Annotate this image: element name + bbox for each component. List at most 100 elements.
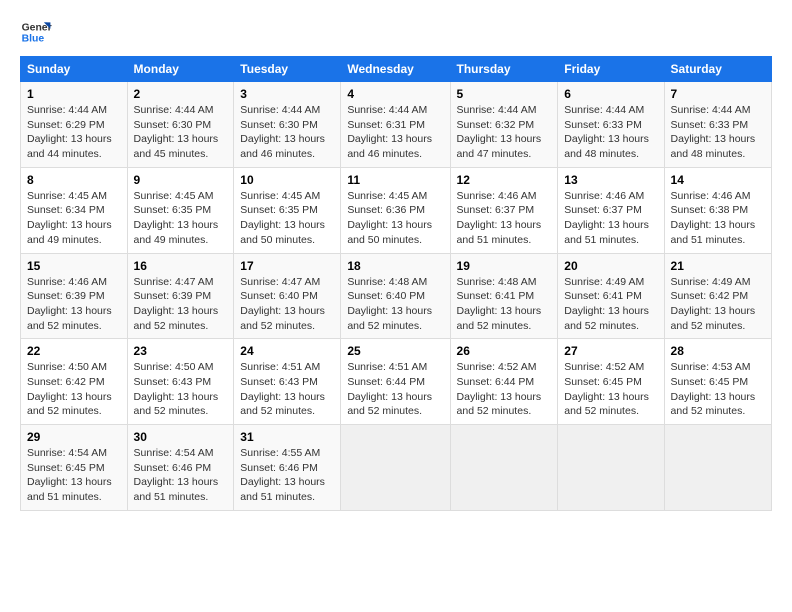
day-info: Sunrise: 4:44 AMSunset: 6:33 PMDaylight:… — [671, 103, 765, 162]
calendar-week-row: 22 Sunrise: 4:50 AMSunset: 6:42 PMDayligh… — [21, 339, 772, 425]
calendar-cell — [664, 425, 771, 511]
calendar-cell: 29 Sunrise: 4:54 AMSunset: 6:45 PMDayligh… — [21, 425, 128, 511]
day-info: Sunrise: 4:51 AMSunset: 6:43 PMDaylight:… — [240, 360, 334, 419]
day-number: 16 — [134, 259, 228, 273]
weekday-header: Saturday — [664, 57, 771, 82]
calendar-cell: 13 Sunrise: 4:46 AMSunset: 6:37 PMDayligh… — [558, 167, 664, 253]
day-number: 15 — [27, 259, 121, 273]
day-number: 28 — [671, 344, 765, 358]
weekday-header: Wednesday — [341, 57, 450, 82]
day-info: Sunrise: 4:52 AMSunset: 6:44 PMDaylight:… — [457, 360, 552, 419]
weekday-header: Sunday — [21, 57, 128, 82]
calendar-cell: 10 Sunrise: 4:45 AMSunset: 6:35 PMDayligh… — [234, 167, 341, 253]
calendar-cell: 31 Sunrise: 4:55 AMSunset: 6:46 PMDayligh… — [234, 425, 341, 511]
day-info: Sunrise: 4:55 AMSunset: 6:46 PMDaylight:… — [240, 446, 334, 505]
day-info: Sunrise: 4:49 AMSunset: 6:41 PMDaylight:… — [564, 275, 657, 334]
calendar-cell — [558, 425, 664, 511]
day-number: 14 — [671, 173, 765, 187]
day-info: Sunrise: 4:47 AMSunset: 6:40 PMDaylight:… — [240, 275, 334, 334]
weekday-header: Friday — [558, 57, 664, 82]
logo: General Blue — [20, 16, 52, 48]
calendar-cell: 25 Sunrise: 4:51 AMSunset: 6:44 PMDayligh… — [341, 339, 450, 425]
day-number: 23 — [134, 344, 228, 358]
day-number: 24 — [240, 344, 334, 358]
calendar-cell: 3 Sunrise: 4:44 AMSunset: 6:30 PMDaylight… — [234, 82, 341, 168]
calendar-cell: 21 Sunrise: 4:49 AMSunset: 6:42 PMDayligh… — [664, 253, 771, 339]
day-number: 27 — [564, 344, 657, 358]
day-info: Sunrise: 4:50 AMSunset: 6:43 PMDaylight:… — [134, 360, 228, 419]
header: General Blue — [20, 16, 772, 48]
calendar-cell: 5Sunrise: 4:44 AMSunset: 6:32 PMDaylight… — [450, 82, 558, 168]
calendar-week-row: 8Sunrise: 4:45 AMSunset: 6:34 PMDaylight… — [21, 167, 772, 253]
day-number: 20 — [564, 259, 657, 273]
calendar-cell: 15 Sunrise: 4:46 AMSunset: 6:39 PMDayligh… — [21, 253, 128, 339]
day-info: Sunrise: 4:46 AMSunset: 6:38 PMDaylight:… — [671, 189, 765, 248]
page: General Blue SundayMondayTuesdayWednesda… — [0, 0, 792, 521]
day-info: Sunrise: 4:44 AMSunset: 6:30 PMDaylight:… — [240, 103, 334, 162]
calendar-cell: 19 Sunrise: 4:48 AMSunset: 6:41 PMDayligh… — [450, 253, 558, 339]
calendar-cell: 28Sunrise: 4:53 AMSunset: 6:45 PMDayligh… — [664, 339, 771, 425]
day-number: 21 — [671, 259, 765, 273]
calendar-cell: 30 Sunrise: 4:54 AMSunset: 6:46 PMDayligh… — [127, 425, 234, 511]
calendar-cell: 1 Sunrise: 4:44 AMSunset: 6:29 PMDaylight… — [21, 82, 128, 168]
calendar-cell: 12Sunrise: 4:46 AMSunset: 6:37 PMDayligh… — [450, 167, 558, 253]
day-number: 22 — [27, 344, 121, 358]
weekday-header: Thursday — [450, 57, 558, 82]
calendar-cell: 17 Sunrise: 4:47 AMSunset: 6:40 PMDayligh… — [234, 253, 341, 339]
day-info: Sunrise: 4:44 AMSunset: 6:29 PMDaylight:… — [27, 103, 121, 162]
day-info: Sunrise: 4:44 AMSunset: 6:33 PMDaylight:… — [564, 103, 657, 162]
day-info: Sunrise: 4:48 AMSunset: 6:41 PMDaylight:… — [457, 275, 552, 334]
calendar-week-row: 1 Sunrise: 4:44 AMSunset: 6:29 PMDaylight… — [21, 82, 772, 168]
day-info: Sunrise: 4:52 AMSunset: 6:45 PMDaylight:… — [564, 360, 657, 419]
day-number: 19 — [457, 259, 552, 273]
calendar-cell: 7 Sunrise: 4:44 AMSunset: 6:33 PMDaylight… — [664, 82, 771, 168]
day-info: Sunrise: 4:46 AMSunset: 6:37 PMDaylight:… — [564, 189, 657, 248]
calendar-cell: 24 Sunrise: 4:51 AMSunset: 6:43 PMDayligh… — [234, 339, 341, 425]
day-number: 10 — [240, 173, 334, 187]
day-info: Sunrise: 4:45 AMSunset: 6:36 PMDaylight:… — [347, 189, 443, 248]
calendar-cell: 11 Sunrise: 4:45 AMSunset: 6:36 PMDayligh… — [341, 167, 450, 253]
day-number: 17 — [240, 259, 334, 273]
day-info: Sunrise: 4:49 AMSunset: 6:42 PMDaylight:… — [671, 275, 765, 334]
calendar-cell: 27 Sunrise: 4:52 AMSunset: 6:45 PMDayligh… — [558, 339, 664, 425]
calendar-week-row: 15 Sunrise: 4:46 AMSunset: 6:39 PMDayligh… — [21, 253, 772, 339]
day-info: Sunrise: 4:54 AMSunset: 6:46 PMDaylight:… — [134, 446, 228, 505]
day-number: 30 — [134, 430, 228, 444]
day-number: 11 — [347, 173, 443, 187]
day-info: Sunrise: 4:47 AMSunset: 6:39 PMDaylight:… — [134, 275, 228, 334]
day-number: 1 — [27, 87, 121, 101]
day-info: Sunrise: 4:45 AMSunset: 6:35 PMDaylight:… — [240, 189, 334, 248]
calendar-cell: 18Sunrise: 4:48 AMSunset: 6:40 PMDayligh… — [341, 253, 450, 339]
day-info: Sunrise: 4:46 AMSunset: 6:39 PMDaylight:… — [27, 275, 121, 334]
day-number: 4 — [347, 87, 443, 101]
logo-icon: General Blue — [20, 16, 52, 48]
day-number: 9 — [134, 173, 228, 187]
calendar-cell — [341, 425, 450, 511]
calendar-table: SundayMondayTuesdayWednesdayThursdayFrid… — [20, 56, 772, 511]
calendar-cell: 20 Sunrise: 4:49 AMSunset: 6:41 PMDayligh… — [558, 253, 664, 339]
weekday-header: Tuesday — [234, 57, 341, 82]
weekday-header: Monday — [127, 57, 234, 82]
day-number: 13 — [564, 173, 657, 187]
day-info: Sunrise: 4:44 AMSunset: 6:31 PMDaylight:… — [347, 103, 443, 162]
day-number: 29 — [27, 430, 121, 444]
day-info: Sunrise: 4:54 AMSunset: 6:45 PMDaylight:… — [27, 446, 121, 505]
calendar-cell — [450, 425, 558, 511]
svg-text:Blue: Blue — [22, 34, 45, 45]
calendar-cell: 2Sunrise: 4:44 AMSunset: 6:30 PMDaylight… — [127, 82, 234, 168]
calendar-cell: 9 Sunrise: 4:45 AMSunset: 6:35 PMDaylight… — [127, 167, 234, 253]
calendar-cell: 23 Sunrise: 4:50 AMSunset: 6:43 PMDayligh… — [127, 339, 234, 425]
day-number: 7 — [671, 87, 765, 101]
day-number: 6 — [564, 87, 657, 101]
day-number: 31 — [240, 430, 334, 444]
day-info: Sunrise: 4:51 AMSunset: 6:44 PMDaylight:… — [347, 360, 443, 419]
calendar-cell: 4 Sunrise: 4:44 AMSunset: 6:31 PMDaylight… — [341, 82, 450, 168]
calendar-cell: 8Sunrise: 4:45 AMSunset: 6:34 PMDaylight… — [21, 167, 128, 253]
day-number: 5 — [457, 87, 552, 101]
day-number: 3 — [240, 87, 334, 101]
day-info: Sunrise: 4:50 AMSunset: 6:42 PMDaylight:… — [27, 360, 121, 419]
day-number: 26 — [457, 344, 552, 358]
day-info: Sunrise: 4:45 AMSunset: 6:35 PMDaylight:… — [134, 189, 228, 248]
day-number: 25 — [347, 344, 443, 358]
calendar-week-row: 29 Sunrise: 4:54 AMSunset: 6:45 PMDayligh… — [21, 425, 772, 511]
